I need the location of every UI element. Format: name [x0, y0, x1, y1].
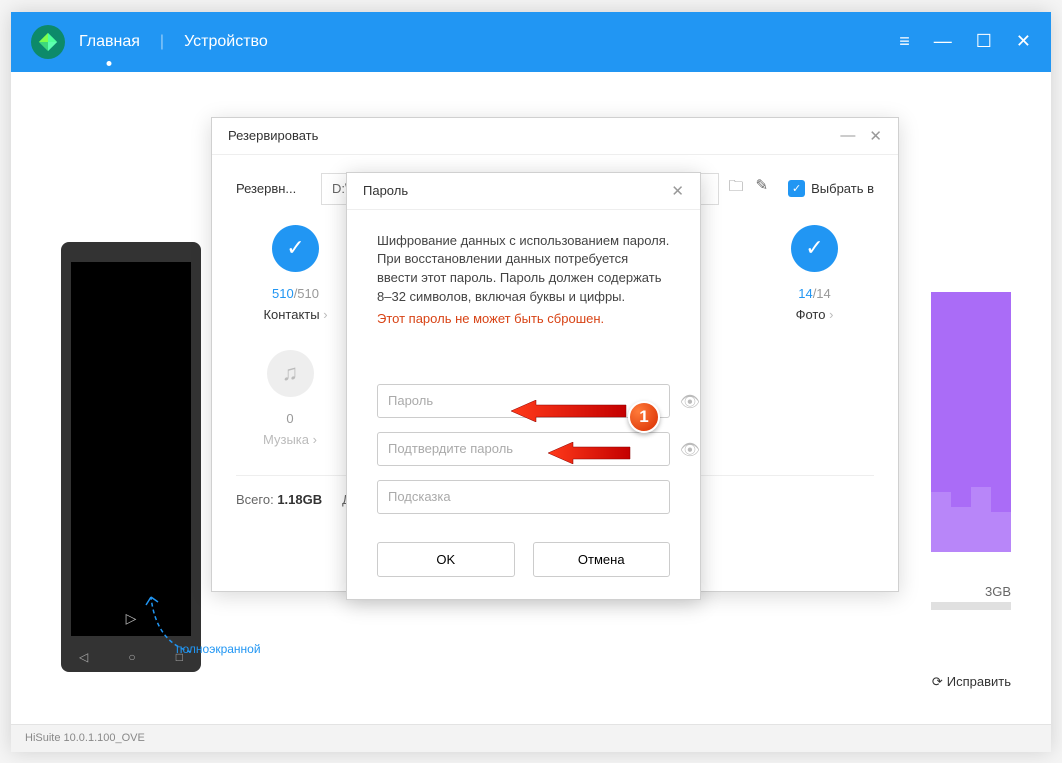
annotation-arrow [548, 442, 633, 464]
eye-icon[interactable]: 👁 [680, 392, 700, 412]
item-photo[interactable]: ✓ 14/14 Фото › [776, 225, 854, 322]
phone-nav: ◁○□ [79, 650, 183, 664]
titlebar: Главная | Устройство ≡ — ☐ ✕ [11, 12, 1051, 72]
password-dialog-title: Пароль ✕ [347, 173, 700, 210]
storage-size: 3GB [985, 584, 1011, 599]
nav-home[interactable]: Главная [79, 33, 140, 51]
item-music[interactable]: ♫ 0 Музыка › [251, 350, 329, 447]
maximize-icon[interactable]: ☐ [976, 31, 992, 52]
app-window: Главная | Устройство ≡ — ☐ ✕ ▷ ◁○□ 3GB ⟳… [11, 12, 1051, 752]
nav: Главная | Устройство [79, 33, 268, 51]
window-controls: ≡ — ☐ ✕ [899, 31, 1031, 52]
close-icon[interactable]: ✕ [1016, 31, 1031, 52]
edit-icon[interactable]: ✎ [756, 176, 769, 201]
dialog-minimize-icon[interactable]: — [840, 127, 855, 144]
folder-icon[interactable]: 🗀 [729, 176, 744, 201]
music-icon: ♫ [267, 350, 314, 397]
check-icon: ✓ [272, 225, 319, 272]
select-all-checkbox[interactable]: ✓ Выбрать в [788, 180, 874, 197]
backup-dialog-title: Резервировать — ✕ [212, 118, 898, 155]
item-contacts[interactable]: ✓ 510/510 Контакты › [257, 225, 335, 322]
app-logo [31, 25, 65, 59]
cancel-button[interactable]: Отмена [533, 542, 671, 577]
dialog-close-icon[interactable]: ✕ [869, 127, 882, 145]
check-icon: ✓ [788, 180, 805, 197]
statusbar: HiSuite 10.0.1.100_OVE [11, 724, 1051, 752]
storage-visual [931, 292, 1011, 552]
password-warning: Этот пароль не может быть сброшен. [377, 311, 670, 326]
hint-input[interactable] [377, 480, 670, 514]
password-dialog: Пароль ✕ Шифрование данных с использован… [346, 172, 701, 600]
menu-icon[interactable]: ≡ [899, 31, 910, 52]
path-label: Резервн... [236, 181, 311, 196]
fullscreen-link[interactable]: полноэкранной [176, 642, 261, 656]
version-text: HiSuite 10.0.1.100_OVE [25, 732, 145, 744]
annotation-marker-1: 1 [628, 401, 660, 433]
fix-button[interactable]: ⟳Исправить [932, 674, 1011, 690]
eye-icon[interactable]: 👁 [680, 440, 700, 460]
ok-button[interactable]: OK [377, 542, 515, 577]
phone-mockup: ▷ ◁○□ [61, 242, 201, 672]
play-icon: ▷ [126, 610, 137, 627]
password-description: Шифрование данных с использованием парол… [377, 232, 670, 307]
nav-device[interactable]: Устройство [184, 33, 268, 51]
check-icon: ✓ [791, 225, 838, 272]
annotation-arrow [511, 400, 631, 422]
dialog-close-icon[interactable]: ✕ [671, 182, 684, 200]
storage-bar [931, 602, 1011, 610]
nav-separator: | [160, 33, 164, 51]
minimize-icon[interactable]: — [934, 31, 952, 52]
